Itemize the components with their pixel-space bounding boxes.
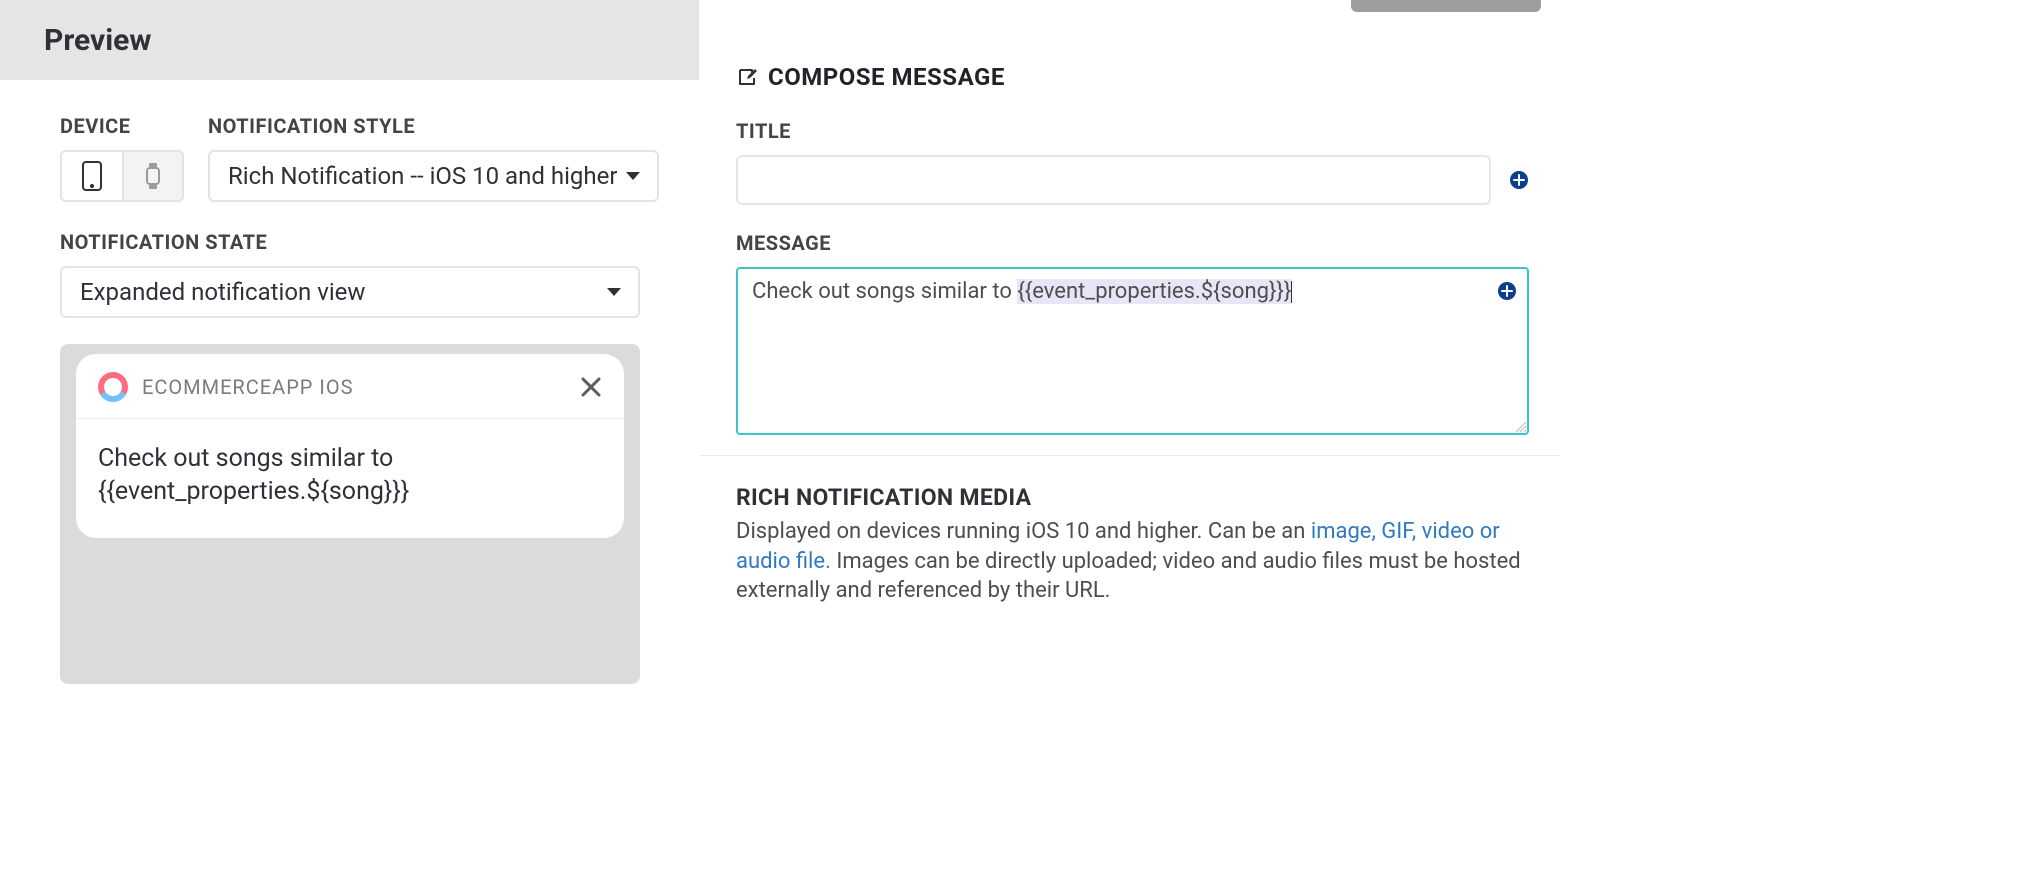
- style-label: NOTIFICATION STYLE: [208, 114, 659, 138]
- app-root: Preview DEVICE: [0, 0, 1560, 690]
- rich-media-heading: RICH NOTIFICATION MEDIA: [736, 484, 1529, 511]
- message-insert-personalization-button[interactable]: [1497, 281, 1517, 301]
- chevron-down-icon: [606, 287, 622, 297]
- style-value: Rich Notification -- iOS 10 and higher: [228, 162, 617, 190]
- notification-message: Check out songs similar to {{event_prope…: [76, 419, 624, 538]
- title-label: TITLE: [736, 119, 1529, 143]
- rich-media-description: Displayed on devices running iOS 10 and …: [736, 517, 1529, 606]
- device-preview-frame: ECOMMERCEAPP IOS Check out songs similar…: [60, 344, 640, 684]
- watch-icon: [143, 161, 163, 191]
- plus-circle-icon: [1497, 281, 1517, 301]
- compose-section: COMPOSE MESSAGE TITLE MESSAGE Check out …: [700, 35, 1560, 456]
- state-label: NOTIFICATION STATE: [60, 230, 639, 254]
- chevron-down-icon: [625, 171, 641, 181]
- message-label: MESSAGE: [736, 231, 1529, 255]
- preview-panel: Preview DEVICE: [0, 0, 700, 690]
- top-action-bar: [700, 0, 1560, 35]
- preview-title: Preview: [44, 23, 151, 58]
- preview-body: DEVICE: [0, 80, 699, 690]
- message-token: {{event_properties.${song}}}: [1017, 279, 1291, 304]
- resize-handle-icon[interactable]: [1514, 420, 1526, 432]
- app-logo-icon: [98, 372, 128, 402]
- close-icon: [580, 376, 602, 398]
- device-watch-button[interactable]: [122, 152, 182, 200]
- notification-close-button[interactable]: [580, 376, 602, 398]
- plus-circle-icon: [1509, 170, 1529, 190]
- notification-card: ECOMMERCEAPP IOS Check out songs similar…: [76, 354, 624, 538]
- compose-panel: COMPOSE MESSAGE TITLE MESSAGE Check out …: [700, 0, 1560, 690]
- device-toggle-group: [60, 150, 184, 202]
- phone-icon: [82, 161, 102, 191]
- message-text-plain: Check out songs similar to: [752, 279, 1017, 304]
- compose-heading: COMPOSE MESSAGE: [736, 63, 1529, 91]
- device-label: DEVICE: [60, 114, 184, 138]
- device-phone-button[interactable]: [62, 152, 122, 200]
- preview-header: Preview: [0, 0, 699, 80]
- notification-style-select[interactable]: Rich Notification -- iOS 10 and higher: [208, 150, 659, 202]
- message-textarea[interactable]: Check out songs similar to {{event_prope…: [736, 267, 1529, 435]
- text-cursor: [1291, 281, 1292, 303]
- rich-media-section: RICH NOTIFICATION MEDIA Displayed on dev…: [700, 456, 1560, 606]
- title-insert-personalization-button[interactable]: [1509, 170, 1529, 190]
- disabled-action-button: [1351, 0, 1541, 12]
- notification-app-name: ECOMMERCEAPP IOS: [142, 375, 353, 399]
- edit-icon: [736, 66, 758, 88]
- title-input[interactable]: [736, 155, 1491, 205]
- notification-state-select[interactable]: Expanded notification view: [60, 266, 640, 318]
- state-value: Expanded notification view: [80, 278, 365, 306]
- notification-card-header: ECOMMERCEAPP IOS: [76, 354, 624, 419]
